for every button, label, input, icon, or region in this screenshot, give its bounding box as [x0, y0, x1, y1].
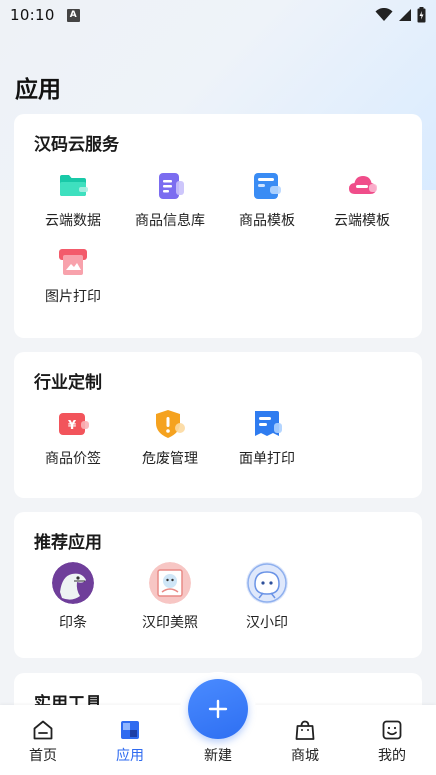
nav-home[interactable]: 首页 [3, 705, 83, 775]
app-cloud-data[interactable]: 云端数据 [28, 170, 118, 230]
signal-icon [399, 9, 411, 21]
nav-label: 首页 [29, 748, 57, 764]
battery-icon [417, 7, 426, 23]
home-icon [33, 720, 53, 740]
robot-avatar-icon [246, 562, 288, 604]
app-label: 汉印美照 [142, 615, 198, 631]
nav-label: 应用 [116, 748, 144, 764]
app-label: 图片打印 [45, 289, 101, 305]
app-label: 商品价签 [45, 451, 101, 467]
recommended-apps-card: 推荐应用 印条 汉印美照 汉小印 [14, 512, 422, 658]
section-title: 推荐应用 [34, 533, 102, 553]
status-bar: 10:10 A [0, 0, 436, 30]
app-waybill-print[interactable]: 面单打印 [222, 408, 312, 468]
cloud-icon [349, 176, 377, 194]
product-info-icon [159, 173, 184, 199]
status-indicators [375, 7, 426, 23]
profile-face-icon [382, 720, 402, 740]
notification-a-icon: A [66, 8, 80, 22]
nav-mall[interactable]: 商城 [265, 705, 345, 775]
app-product-info[interactable]: 商品信息库 [125, 170, 215, 230]
app-label: 印条 [59, 615, 87, 631]
nav-label: 我的 [378, 748, 406, 764]
nav-label: 商城 [291, 748, 319, 764]
cloud-services-card: 汉码云服务 云端数据 商品信息库 商品模板 云端模板 图片打印 [14, 114, 422, 338]
app-label: 商品信息库 [135, 213, 205, 229]
apps-icon [121, 721, 139, 739]
template-icon [254, 173, 281, 199]
shopping-bag-icon [295, 720, 315, 740]
app-label: 云端数据 [45, 213, 101, 229]
page-title: 应用 [15, 77, 61, 103]
svg-text:¥: ¥ [68, 418, 77, 432]
new-button-label: 新建 [204, 748, 232, 764]
image-print-icon [59, 249, 87, 275]
app-label: 商品模板 [239, 213, 295, 229]
nav-mine[interactable]: 我的 [352, 705, 432, 775]
wifi-icon [375, 8, 393, 21]
plus-icon [208, 699, 228, 719]
app-product-template[interactable]: 商品模板 [222, 170, 312, 230]
new-button[interactable] [188, 679, 248, 739]
app-label: 汉小印 [246, 615, 288, 631]
section-title: 行业定制 [34, 373, 102, 393]
photo-avatar-icon [149, 562, 191, 604]
app-hazard-waste[interactable]: 危废管理 [125, 408, 215, 468]
industry-custom-card: 行业定制 ¥ 商品价签 危废管理 面单打印 [14, 352, 422, 498]
waybill-icon [255, 411, 282, 436]
app-yintiao[interactable]: 印条 [28, 562, 118, 632]
folder-icon [60, 175, 88, 196]
app-label: 云端模板 [334, 213, 390, 229]
section-title: 汉码云服务 [34, 135, 119, 155]
app-image-print[interactable]: 图片打印 [28, 246, 118, 306]
app-hanxiaoyin[interactable]: 汉小印 [222, 562, 312, 632]
dinosaur-avatar-icon [52, 562, 94, 604]
app-label: 面单打印 [239, 451, 295, 467]
price-tag-icon: ¥ [59, 413, 89, 435]
app-label: 危废管理 [142, 451, 198, 467]
nav-apps[interactable]: 应用 [90, 705, 170, 775]
app-price-tag[interactable]: ¥ 商品价签 [28, 408, 118, 468]
status-time: 10:10 [10, 6, 55, 24]
hazard-shield-icon [156, 410, 185, 438]
app-cloud-template[interactable]: 云端模板 [317, 170, 407, 230]
app-hanyin-meizhao[interactable]: 汉印美照 [125, 562, 215, 632]
